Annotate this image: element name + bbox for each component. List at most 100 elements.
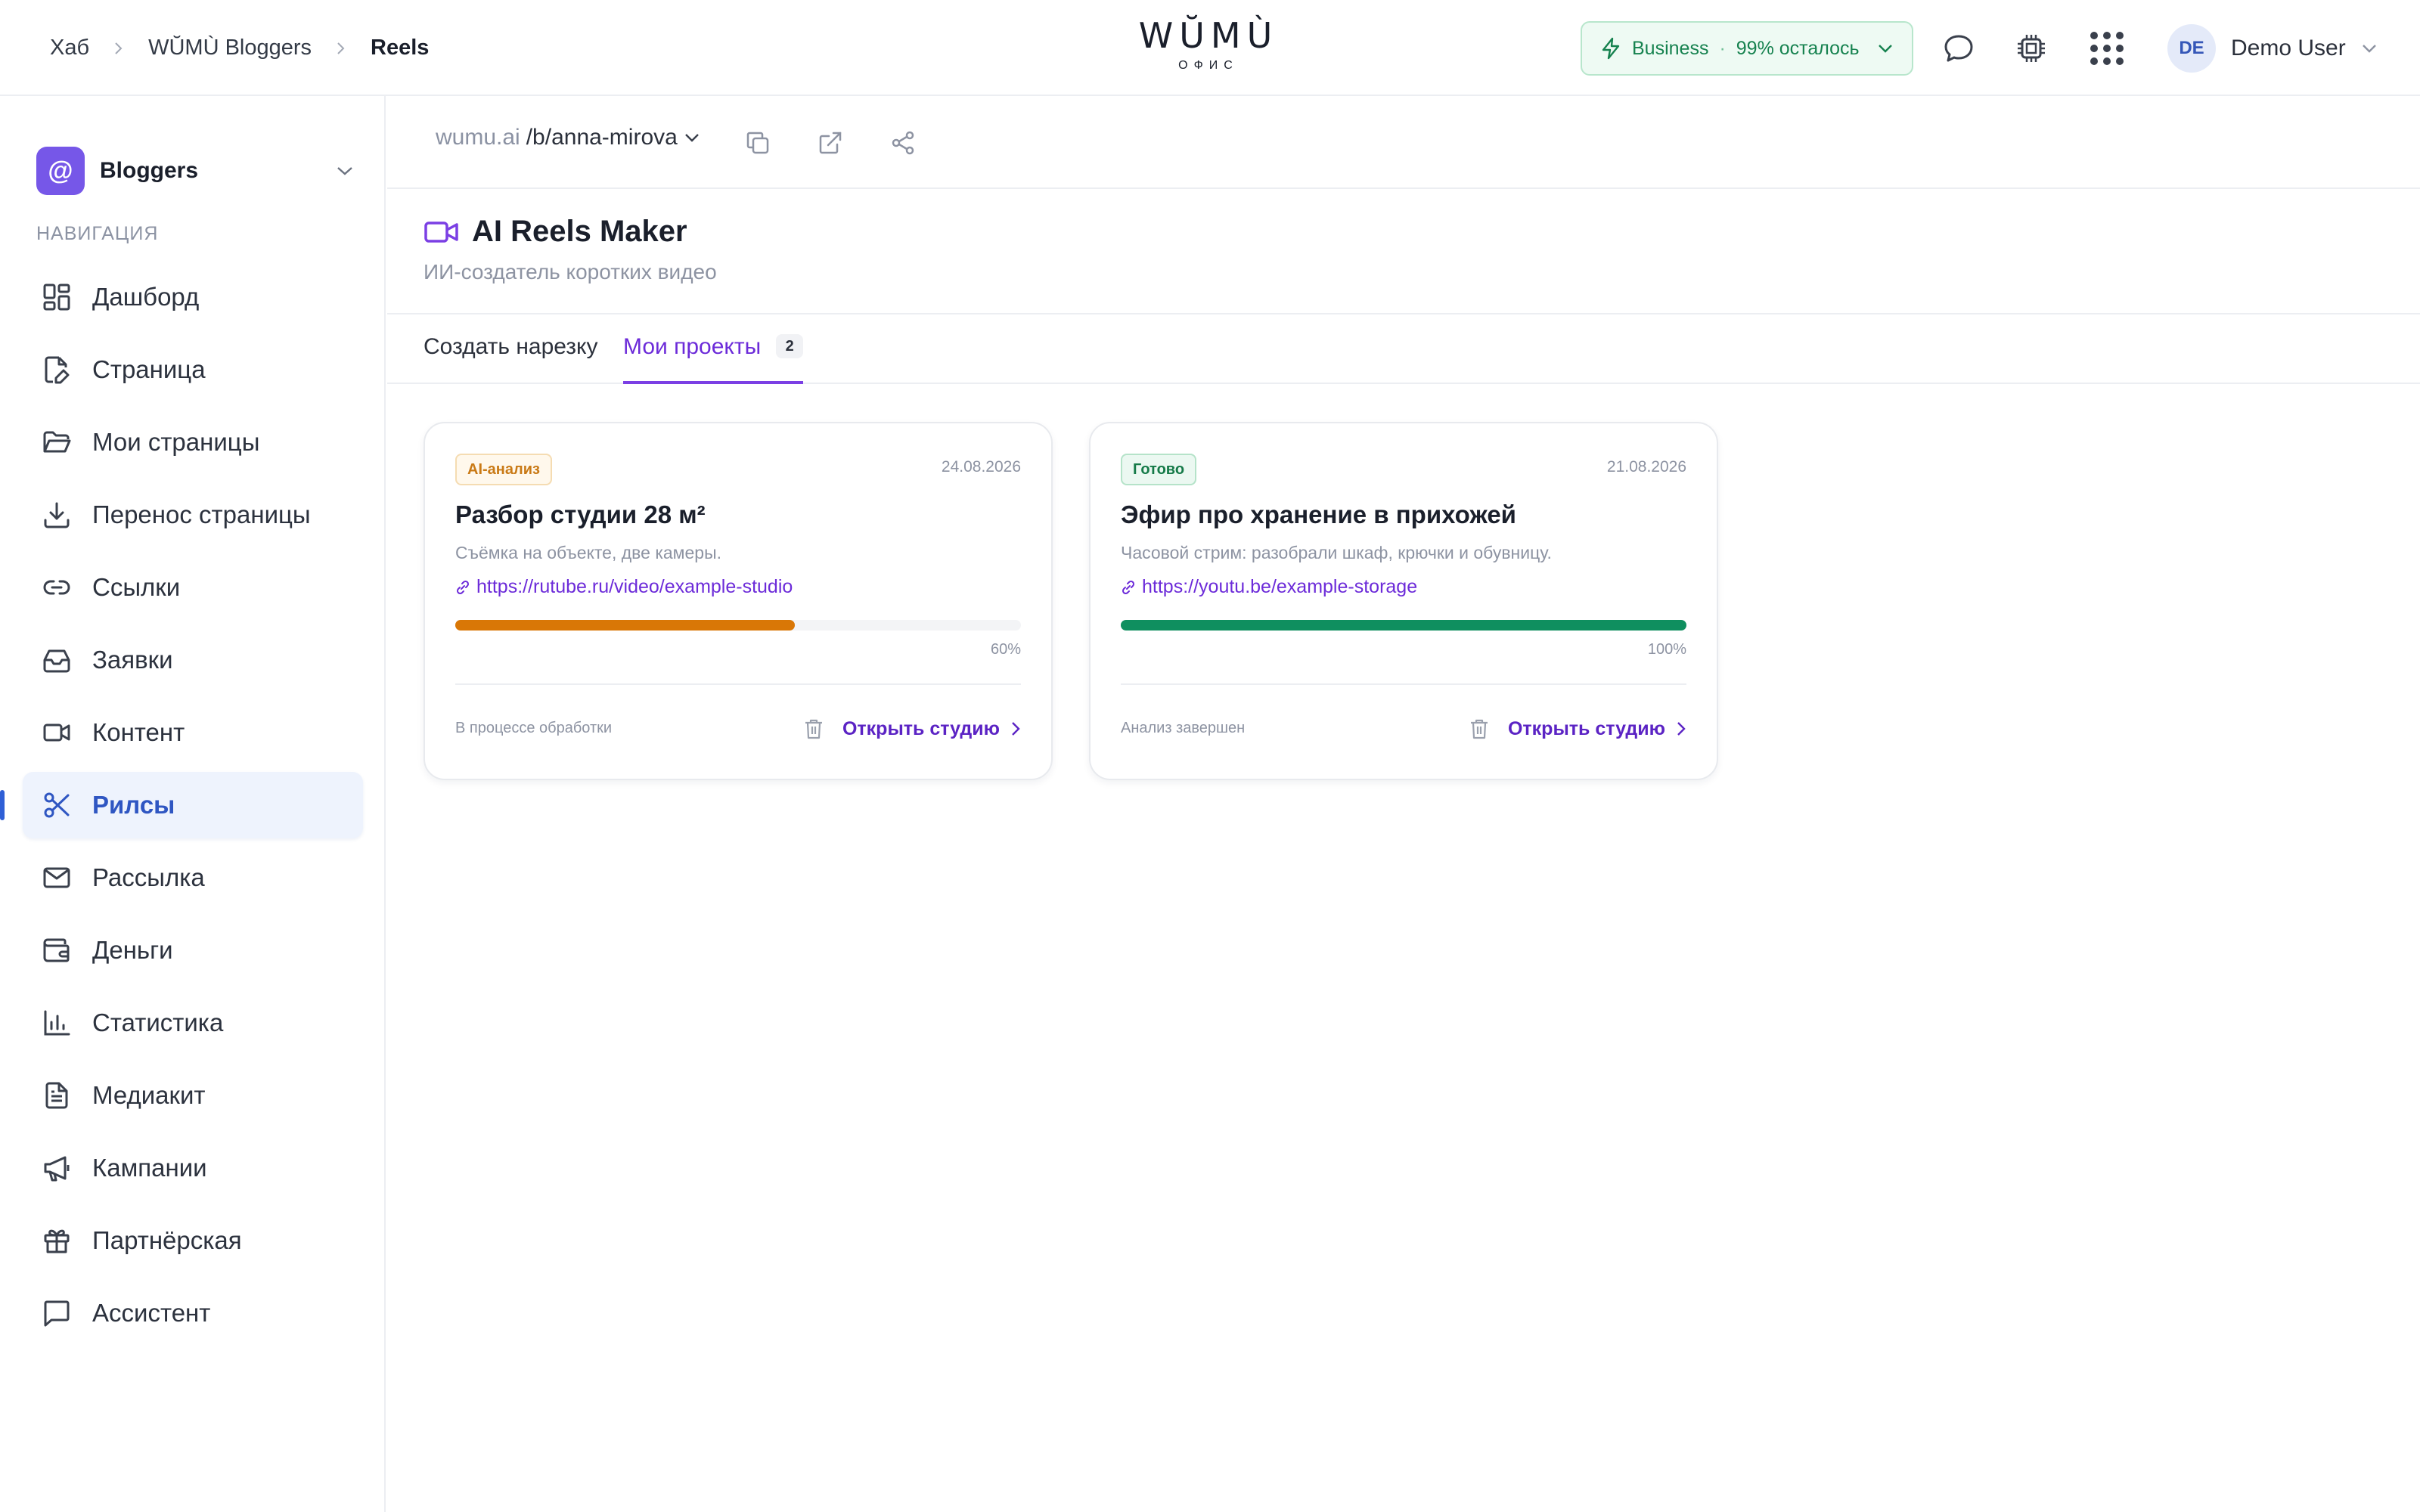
sidebar-item-money[interactable]: Деньги (23, 917, 363, 984)
open-studio-button[interactable]: Открыть студию (842, 715, 1021, 742)
project-title: Эфир про хранение в прихожей (1121, 500, 1516, 528)
page-subtitle: ИИ-создатель коротких видео (424, 260, 717, 284)
project-source-link[interactable]: https://youtu.be/example-storage (1121, 576, 1417, 598)
avatar: DE (2167, 24, 2216, 73)
sidebar-item-label: Дашборд (92, 283, 200, 311)
document-icon (41, 1080, 73, 1111)
sidebar-item-assistant[interactable]: Ассистент (23, 1280, 363, 1346)
url-host: wumu.ai (436, 125, 520, 150)
chevron-right-icon (1676, 720, 1686, 737)
sidebar-item-label: Перенос страницы (92, 500, 311, 528)
progress-fill (1121, 620, 1686, 631)
chat-bubble-icon[interactable] (1941, 30, 1977, 67)
sidebar-item-my-pages[interactable]: Мои страницы (23, 409, 363, 476)
separator-dot: · (1719, 37, 1726, 59)
gift-icon (41, 1225, 73, 1256)
open-studio-label: Открыть студию (842, 717, 1000, 739)
user-menu[interactable]: DE Demo User (2167, 24, 2378, 73)
tab-bar: Создать нарезку Мои проекты 2 (387, 314, 2420, 384)
progress-percent: 100% (1647, 641, 1686, 658)
sidebar-item-requests[interactable]: Заявки (23, 627, 363, 693)
chevron-right-icon (1010, 720, 1021, 737)
sidebar-item-content[interactable]: Контент (23, 699, 363, 766)
logo-wordmark: WŬMÙ (1138, 15, 1279, 56)
project-title: Разбор студии 28 м² (455, 500, 706, 528)
mail-icon (41, 862, 73, 894)
page-title: AI Reels Maker (424, 215, 687, 249)
sidebar-item-campaigns[interactable]: Кампании (23, 1135, 363, 1201)
breadcrumb-bloggers[interactable]: WŬMÙ Bloggers (148, 36, 312, 60)
copy-icon[interactable] (741, 126, 774, 160)
tab-label: Создать нарезку (424, 334, 598, 359)
plan-button[interactable]: Business · 99% осталось (1581, 21, 1913, 76)
trash-icon[interactable] (1466, 715, 1493, 742)
open-studio-label: Открыть студию (1507, 717, 1665, 739)
chevron-down-icon (2361, 43, 2378, 54)
project-description: Съёмка на объекте, две камеры. (455, 543, 721, 562)
page-header: AI Reels Maker ИИ-создатель коротких вид… (387, 189, 2420, 314)
sidebar-item-label: Страница (92, 355, 206, 383)
logo-subtitle: ОФИС (1178, 59, 1239, 72)
status-badge: Готово (1121, 454, 1197, 485)
sidebar-item-statistics[interactable]: Статистика (23, 990, 363, 1056)
sidebar-item-mailing[interactable]: Рассылка (23, 844, 363, 911)
chevron-right-icon (336, 41, 346, 56)
dashboard-icon (41, 281, 73, 313)
sidebar-item-label: Статистика (92, 1009, 224, 1036)
sidebar: @ Bloggers НАВИГАЦИЯ Дашборд Страница Мо… (0, 96, 386, 1512)
logo[interactable]: WŬMÙ ОФИС (1134, 15, 1283, 73)
breadcrumb-hub[interactable]: Хаб (50, 36, 89, 60)
project-card[interactable]: AI-анализ 24.08.2026 Разбор студии 28 м²… (424, 422, 1053, 780)
sidebar-item-label: Кампании (92, 1154, 207, 1182)
video-icon (41, 717, 73, 748)
sidebar-item-page[interactable]: Страница (23, 336, 363, 403)
plan-remaining: 99% осталось (1736, 37, 1860, 59)
share-icon[interactable] (886, 126, 920, 160)
project-link-text: https://youtu.be/example-storage (1142, 576, 1418, 597)
page-title-text: AI Reels Maker (472, 215, 687, 248)
sidebar-item-dashboard[interactable]: Дашборд (23, 264, 363, 330)
sidebar-item-label: Рассылка (92, 863, 205, 891)
workspace-name: Bloggers (100, 158, 199, 183)
open-studio-button[interactable]: Открыть студию (1508, 715, 1686, 742)
project-card[interactable]: Готово 21.08.2026 Эфир про хранение в пр… (1089, 422, 1718, 780)
card-divider (455, 683, 1021, 685)
sidebar-item-page-transfer[interactable]: Перенос страницы (23, 482, 363, 548)
sidebar-item-partners[interactable]: Партнёрская (23, 1207, 363, 1274)
sidebar-nav: Дашборд Страница Мои страницы Перенос ст… (0, 264, 363, 1352)
sidebar-item-links[interactable]: Ссылки (23, 554, 363, 621)
projects-count-badge: 2 (776, 334, 804, 358)
sidebar-item-reels[interactable]: Рилсы (0, 772, 363, 838)
progress-bar (1121, 620, 1686, 631)
chevron-down-icon (336, 166, 354, 176)
project-date: 24.08.2026 (941, 458, 1021, 476)
chip-icon[interactable] (2013, 30, 2049, 67)
progress-fill (455, 620, 795, 631)
trash-icon[interactable] (800, 715, 827, 742)
sidebar-item-label: Контент (92, 718, 185, 746)
video-icon (424, 218, 460, 246)
plan-name: Business (1632, 37, 1709, 59)
apps-grid-icon[interactable] (2089, 30, 2125, 67)
tab-create-clip[interactable]: Создать нарезку (424, 334, 598, 384)
page-url-selector[interactable]: wumu.ai /b/anna-mirova (436, 125, 700, 150)
folder-icon (41, 426, 73, 458)
progress-bar (455, 620, 1021, 631)
workspace-switcher[interactable]: @ Bloggers (36, 144, 354, 197)
chat-icon (41, 1297, 73, 1329)
project-source-link[interactable]: https://rutube.ru/video/example-studio (455, 576, 793, 598)
user-name: Demo User (2231, 36, 2346, 60)
progress-percent: 60% (990, 641, 1021, 658)
link-icon (455, 580, 470, 595)
chevron-right-icon (113, 41, 124, 56)
sidebar-item-label: Ссылки (92, 573, 181, 601)
tab-label: Мои проекты (623, 334, 762, 359)
processing-state: В процессе обработки (455, 720, 613, 736)
sidebar-item-mediakit[interactable]: Медиакит (23, 1062, 363, 1129)
external-link-icon[interactable] (814, 126, 847, 160)
top-header: Хаб WŬMÙ Bloggers Reels WŬMÙ ОФИС Busine… (0, 0, 2420, 96)
breadcrumb-current: Reels (371, 36, 430, 60)
tab-my-projects[interactable]: Мои проекты 2 (623, 334, 804, 384)
page-url-bar: wumu.ai /b/anna-mirova (387, 96, 2420, 189)
bar-chart-icon (41, 1007, 73, 1039)
